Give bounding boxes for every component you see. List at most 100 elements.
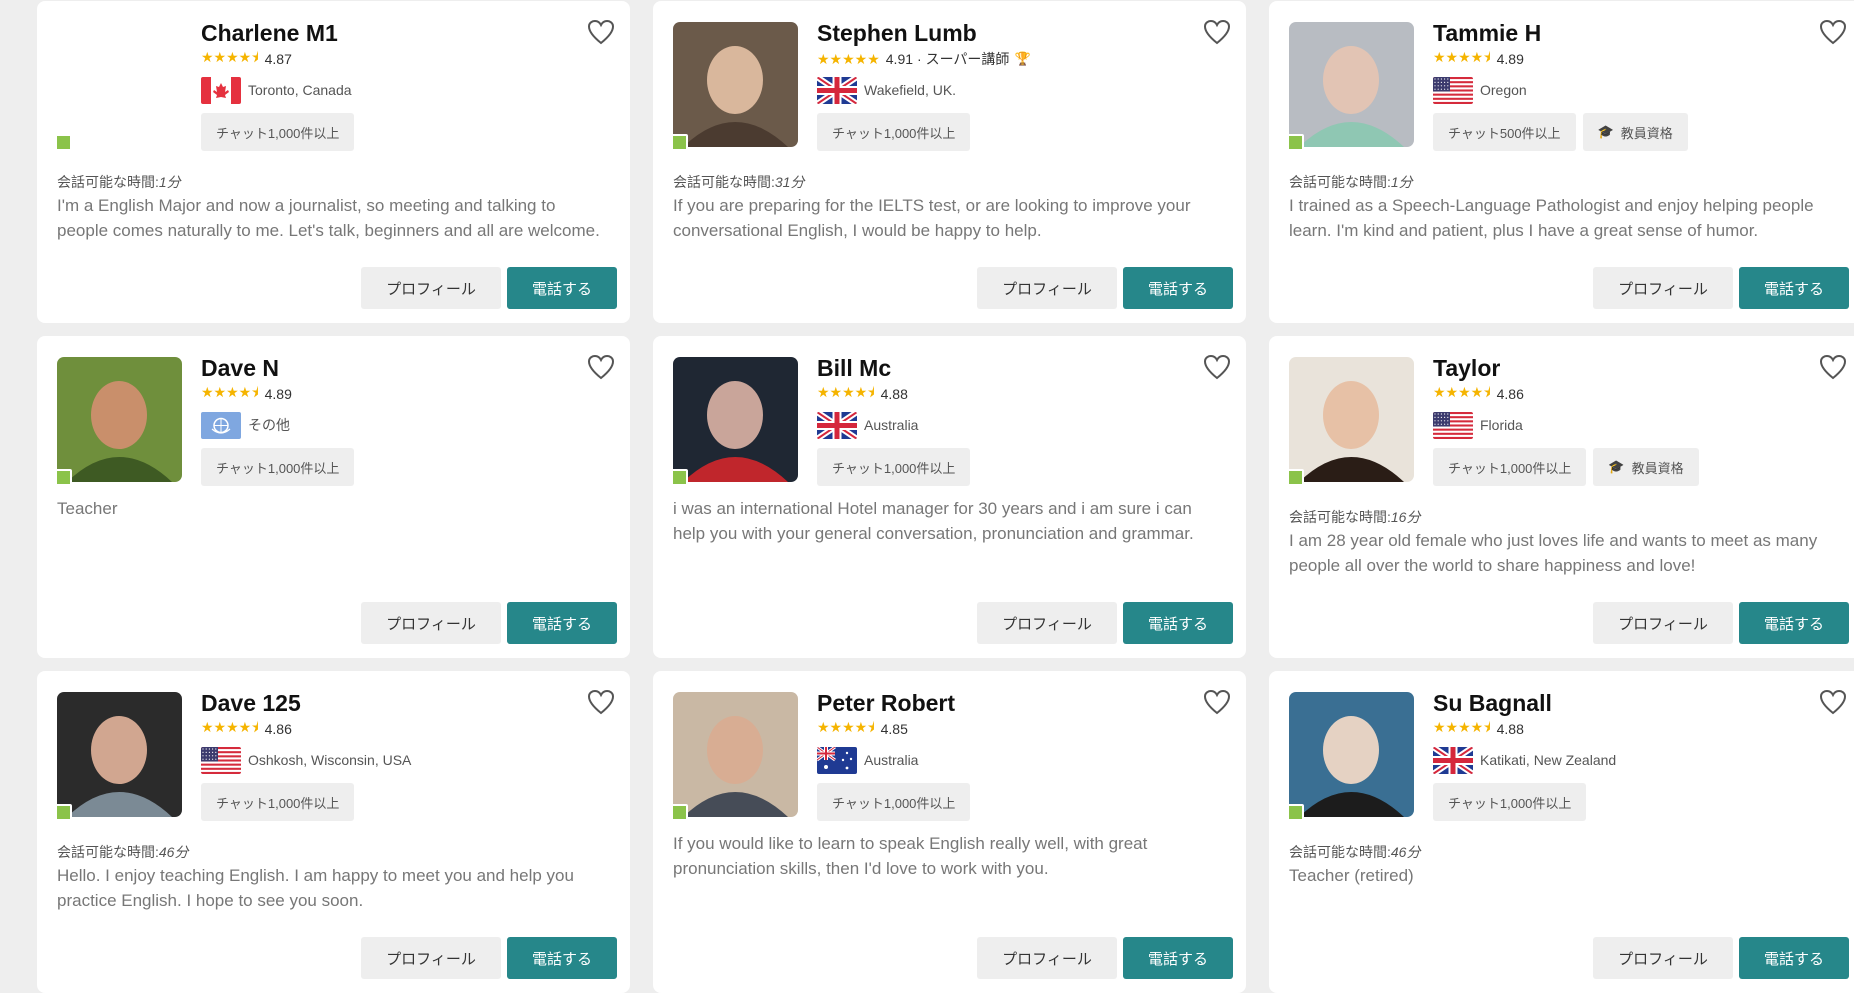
profile-button[interactable]: プロフィール [361,602,501,644]
badges: チャット1,000件以上 [201,783,355,821]
favorite-heart-icon[interactable] [587,354,615,380]
call-button[interactable]: 電話する [1123,267,1233,309]
profile-button[interactable]: プロフィール [1593,267,1733,309]
profile-button[interactable]: プロフィール [977,602,1117,644]
avatar[interactable] [1289,692,1414,817]
tutor-card: Tammie H ★★★★⯨ 4.89 Oregon チャット500件以上 🎓 教員資格 会話… [1269,1,1854,323]
favorite-heart-icon[interactable] [1203,354,1231,380]
tutor-name[interactable]: Su Bagnall [1433,690,1552,717]
tutor-name[interactable]: Tammie H [1433,20,1541,47]
rating-value: 4.89 [1496,51,1524,67]
us-flag-icon [1433,411,1473,439]
rating-row: ★★★★⯨ 4.87 [201,49,292,68]
profile-button[interactable]: プロフィール [977,937,1117,979]
avatar[interactable] [1289,22,1414,147]
online-status-icon [1287,134,1304,151]
badges: チャット1,000件以上 [201,448,355,486]
avatar[interactable] [673,692,798,817]
profile-button[interactable]: プロフィール [1593,937,1733,979]
favorite-heart-icon[interactable] [587,689,615,715]
tutor-description: Teacher (retired) [1289,866,1414,885]
tutor-name[interactable]: Stephen Lumb [817,20,977,47]
tutor-avatar-wrap[interactable] [1287,692,1414,821]
location-text: その他 [248,417,290,433]
us-flag-icon [1433,76,1473,104]
uk-flag-icon [817,411,857,439]
badges: チャット1,000件以上 [201,113,355,151]
favorite-heart-icon[interactable] [1819,689,1847,715]
location-row: Katikati, New Zealand [1433,746,1616,774]
call-button[interactable]: 電話する [507,602,617,644]
online-status-icon [671,804,688,821]
chat-count-badge: チャット1,000件以上 [1433,783,1587,821]
profile-button[interactable]: プロフィール [1593,602,1733,644]
star-rating-icon: ★★★★⯨ [201,719,259,735]
call-button[interactable]: 電話する [1739,937,1849,979]
chat-count-badge: チャット1,000件以上 [817,113,971,151]
us-flag-icon [201,746,241,774]
chat-count-badge: チャット1,000件以上 [201,113,355,151]
tutor-name[interactable]: Bill Mc [817,355,891,382]
favorite-heart-icon[interactable] [1819,354,1847,380]
chat-count-badge: チャット1,000件以上 [201,448,355,486]
favorite-heart-icon[interactable] [587,19,615,45]
availability-time: 1分 [158,174,181,190]
availability-time: 31分 [774,174,805,190]
location-text: Australia [864,752,919,768]
tutor-description: I am 28 year old female who just loves l… [1289,531,1818,575]
tutor-name[interactable]: Peter Robert [817,690,955,717]
online-status-icon [1287,469,1304,486]
avatar[interactable] [673,22,798,147]
tutor-avatar-wrap[interactable] [671,357,798,486]
call-button[interactable]: 電話する [507,937,617,979]
tutor-avatar-wrap[interactable] [1287,357,1414,486]
avatar[interactable] [57,357,182,482]
availability-time: 46分 [1390,844,1421,860]
tutor-description: I'm a English Major and now a journalist… [57,196,600,240]
call-button[interactable]: 電話する [507,267,617,309]
call-button[interactable]: 電話する [1739,267,1849,309]
rating-value: 4.89 [264,386,292,402]
rating-row: ★★★★⯨ 4.88 [817,384,908,403]
tutor-card: Dave 125 ★★★★⯨ 4.86 Oshkosh, Wisconsin, USA… [37,671,630,993]
avatar[interactable] [673,357,798,482]
tutor-avatar-wrap[interactable] [55,692,182,821]
availability: 会話可能な時間:1分 [1289,174,1413,190]
call-button[interactable]: 電話する [1123,937,1233,979]
rating-row: ★★★★⯨ 4.86 [1433,384,1524,403]
badges: チャット1,000件以上 [1433,783,1587,821]
avatar[interactable] [1289,357,1414,482]
profile-button[interactable]: プロフィール [361,937,501,979]
favorite-heart-icon[interactable] [1203,689,1231,715]
tutor-avatar-wrap[interactable] [1287,22,1414,151]
call-button[interactable]: 電話する [1739,602,1849,644]
chat-count-badge: チャット500件以上 [1433,113,1576,151]
tutor-description: If you are preparing for the IELTS test,… [673,196,1191,240]
profile-button[interactable]: プロフィール [977,267,1117,309]
tutor-avatar-wrap[interactable] [671,692,798,821]
rating-value: 4.91 [885,51,914,67]
tutor-description: I trained as a Speech-Language Pathologi… [1289,196,1814,240]
tutor-name[interactable]: Dave 125 [201,690,301,717]
tutor-avatar-wrap[interactable] [671,22,798,151]
tutor-description: Teacher [57,499,118,518]
super-tutor-label: · スーパー講師 [917,51,1010,67]
trophy-icon: 🏆 [1014,51,1031,66]
avatar[interactable] [57,22,182,147]
call-button[interactable]: 電話する [1123,602,1233,644]
badges: チャット1,000件以上 [817,113,971,151]
availability: 会話可能な時間:46分 [1289,844,1421,860]
tutor-name[interactable]: Dave N [201,355,279,382]
tutor-avatar-wrap[interactable] [55,357,182,486]
favorite-heart-icon[interactable] [1203,19,1231,45]
favorite-heart-icon[interactable] [1819,19,1847,45]
avatar[interactable] [57,692,182,817]
location-row: Wakefield, UK. [817,76,956,104]
star-rating-icon: ★★★★⯨ [817,384,875,400]
profile-button[interactable]: プロフィール [361,267,501,309]
tutor-avatar-wrap[interactable] [55,22,182,151]
tutor-name[interactable]: Charlene M1 [201,20,338,47]
tutor-name[interactable]: Taylor [1433,355,1500,382]
rating-value: 4.88 [1496,721,1524,737]
tutor-card: Bill Mc ★★★★⯨ 4.88 Australia チャット1,000件以上 i w… [653,336,1246,658]
